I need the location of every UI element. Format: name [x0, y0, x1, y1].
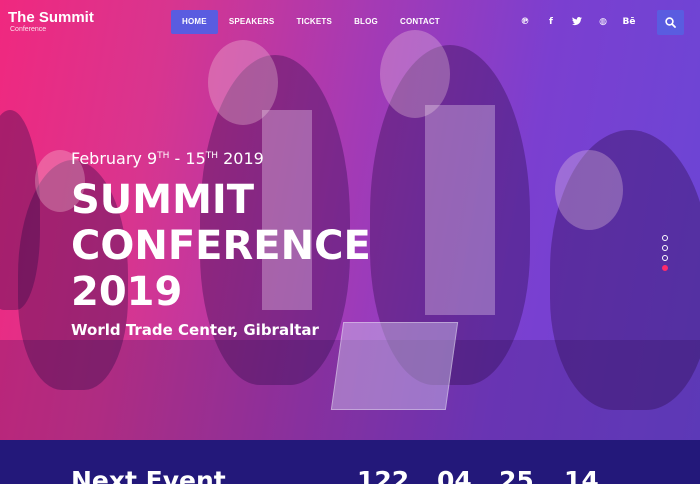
twitter-icon[interactable] — [564, 12, 590, 32]
event-date: February 9TH - 15TH 2019 — [71, 149, 264, 168]
headline-line-1: SUMMIT — [71, 177, 255, 223]
hero-headline: SUMMIT CONFERENCE 2019 — [71, 177, 371, 315]
countdown-hours: 04 — [437, 466, 472, 484]
brand-subtitle: Conference — [10, 26, 47, 33]
nav-item-speakers[interactable]: SPEAKERS — [218, 10, 286, 34]
countdown-bar: Next Event 122 04 25 14 — [0, 440, 700, 484]
countdown-days: 122 — [357, 466, 410, 484]
nav-item-contact[interactable]: CONTACT — [389, 10, 451, 34]
headline-line-3: 2019 — [71, 269, 183, 315]
main-menu: HOME SPEAKERS TICKETS BLOG CONTACT — [171, 10, 451, 34]
facebook-icon[interactable]: f — [538, 12, 564, 32]
navbar: The Summit Conference HOME SPEAKERS TICK… — [0, 0, 700, 46]
slider-dot-3[interactable] — [662, 255, 668, 261]
hero-content: February 9TH - 15TH 2019 SUMMIT CONFEREN… — [71, 146, 371, 339]
nav-item-tickets[interactable]: TICKETS — [285, 10, 343, 34]
countdown-seconds: 14 — [564, 466, 599, 484]
slider-dot-4[interactable] — [662, 265, 668, 271]
next-event-label: Next Event — [71, 466, 226, 484]
dribbble-icon[interactable]: ◍ — [590, 12, 616, 32]
brand-logo[interactable]: The Summit Conference — [8, 10, 94, 34]
countdown-minutes: 25 — [499, 466, 534, 484]
brand-title: The Summit — [8, 9, 94, 26]
nav-item-home[interactable]: HOME — [171, 10, 218, 34]
slider-pagination — [662, 235, 668, 275]
social-links: ℗ f ◍ Bē — [512, 12, 642, 32]
slider-dot-1[interactable] — [662, 235, 668, 241]
event-venue: World Trade Center, Gibraltar — [71, 321, 319, 339]
search-button[interactable] — [657, 10, 684, 35]
search-icon — [665, 17, 676, 28]
pinterest-icon[interactable]: ℗ — [512, 12, 538, 32]
nav-item-blog[interactable]: BLOG — [343, 10, 389, 34]
slider-dot-2[interactable] — [662, 245, 668, 251]
behance-icon[interactable]: Bē — [616, 12, 642, 32]
headline-line-2: CONFERENCE — [71, 223, 371, 269]
